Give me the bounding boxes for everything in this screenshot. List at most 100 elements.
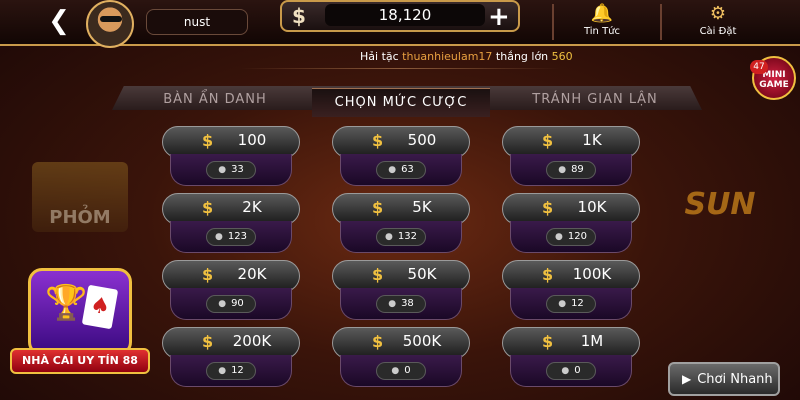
user-icon: ● xyxy=(215,232,223,242)
play-icon: ▶ xyxy=(682,372,692,386)
user-icon: ● xyxy=(388,165,397,175)
sun-logo: SUN xyxy=(684,187,756,222)
dollar-icon: $ xyxy=(202,332,214,351)
news-button[interactable]: 🔔 Tin Tức xyxy=(572,2,632,42)
player-count-value: 12 xyxy=(571,298,584,309)
user-icon: ● xyxy=(561,366,570,376)
bet-amount: 5K xyxy=(412,198,432,216)
dollar-icon: $ xyxy=(372,131,384,150)
user-icon: ● xyxy=(388,299,397,309)
user-icon: ● xyxy=(385,232,393,242)
add-money-button[interactable]: + xyxy=(488,2,510,32)
ticker-amount: 560 xyxy=(551,50,573,63)
brand-card: 🏆 ♠ xyxy=(28,268,132,356)
quick-play-label: Chơi Nhanh xyxy=(697,372,773,387)
dollar-icon: $ xyxy=(372,332,384,351)
settings-label: Cài Đặt xyxy=(699,26,737,37)
bet-amount: 500K xyxy=(402,332,442,350)
bet-table[interactable]: $ 50K ● 38 xyxy=(332,260,470,324)
divider xyxy=(552,4,554,40)
mini-game-count: 47 xyxy=(750,60,768,74)
user-icon: ● xyxy=(218,165,227,175)
bet-amount: 100 xyxy=(237,131,267,149)
user-icon: ● xyxy=(558,165,567,175)
dollar-icon: $ xyxy=(542,332,554,351)
player-count: ● 38 xyxy=(376,295,426,313)
user-icon: ● xyxy=(218,366,227,376)
bet-table[interactable]: $ 2K ● 123 xyxy=(162,193,300,257)
settings-button[interactable]: ⚙ Cài Đặt xyxy=(688,2,748,42)
bell-icon: 🔔 xyxy=(590,3,614,24)
dollar-icon: $ xyxy=(542,198,554,217)
player-count-value: 90 xyxy=(231,298,244,309)
bet-amount: 10K xyxy=(577,198,607,216)
ticker-prefix: Hải tặc xyxy=(360,50,399,63)
tab-anonymous[interactable]: BÀN ẨN DANH xyxy=(140,86,290,114)
bet-amount: 200K xyxy=(232,332,272,350)
tab-choose-bet[interactable]: CHỌN MỨC CƯỢC xyxy=(312,88,490,117)
playing-card-icon: ♠ xyxy=(81,284,119,330)
quick-play-button[interactable]: ▶ Chơi Nhanh xyxy=(668,362,780,396)
sunglasses-icon xyxy=(100,16,122,22)
bet-table[interactable]: $ 500K ● 0 xyxy=(332,327,470,391)
phom-logo: PHỎM xyxy=(32,162,128,232)
trophy-icon: 🏆 xyxy=(45,283,88,323)
dollar-icon: $ xyxy=(202,131,214,150)
win-ticker: Hải tặc thuanhieulam17 thắng lớn 560 xyxy=(360,50,573,63)
dollar-icon: $ xyxy=(372,265,384,284)
tab-anti-cheat[interactable]: TRÁNH GIAN LẬN xyxy=(510,86,680,114)
user-icon: ● xyxy=(218,299,227,309)
dollar-icon: $ xyxy=(202,265,214,284)
news-label: Tin Tức xyxy=(583,26,621,37)
bet-table[interactable]: $ 100K ● 12 xyxy=(502,260,640,324)
dollar-icon: $ xyxy=(372,198,384,217)
player-count: ● 33 xyxy=(206,161,256,179)
brand-badge: 🏆 ♠ NHÀ CÁI UY TÍN 88 xyxy=(10,268,150,378)
bet-amount: 500 xyxy=(407,131,437,149)
bet-table[interactable]: $ 500 ● 63 xyxy=(332,126,470,190)
user-icon: ● xyxy=(558,299,567,309)
bet-table[interactable]: $ 10K ● 120 xyxy=(502,193,640,257)
player-count-value: 0 xyxy=(574,365,581,376)
avatar[interactable] xyxy=(86,0,134,48)
bet-table[interactable]: $ 20K ● 90 xyxy=(162,260,300,324)
player-count: ● 63 xyxy=(376,161,426,179)
ticker-underline xyxy=(240,68,560,69)
player-count: ● 0 xyxy=(376,362,426,380)
bet-amount: 100K xyxy=(572,265,612,283)
username: nust xyxy=(146,9,248,35)
player-count-value: 120 xyxy=(567,231,587,242)
bet-table[interactable]: $ 1M ● 0 xyxy=(502,327,640,391)
dollar-icon: $ xyxy=(202,198,214,217)
bet-amount: 50K xyxy=(407,265,437,283)
bet-table[interactable]: $ 1K ● 89 xyxy=(502,126,640,190)
balance-value: 18,120 xyxy=(325,4,485,26)
user-icon: ● xyxy=(391,366,400,376)
dollar-icon: $ xyxy=(542,131,554,150)
player-count-value: 63 xyxy=(401,164,414,175)
ticker-player: thuanhieulam17 xyxy=(402,50,493,63)
player-count: ● 132 xyxy=(376,228,426,246)
bet-amount: 2K xyxy=(242,198,262,216)
player-count-value: 12 xyxy=(231,365,244,376)
bet-amount: 20K xyxy=(237,265,267,283)
player-count: ● 90 xyxy=(206,295,256,313)
user-icon: ● xyxy=(555,232,563,242)
bet-table[interactable]: $ 200K ● 12 xyxy=(162,327,300,391)
dollar-icon: $ xyxy=(292,4,306,28)
ticker-action: thắng lớn xyxy=(495,50,549,63)
bet-table[interactable]: $ 100 ● 33 xyxy=(162,126,300,190)
bet-table[interactable]: $ 5K ● 132 xyxy=(332,193,470,257)
player-count: ● 12 xyxy=(206,362,256,380)
bet-amount: 1M xyxy=(580,332,604,350)
player-count: ● 12 xyxy=(546,295,596,313)
player-count-value: 89 xyxy=(571,164,584,175)
player-count-value: 38 xyxy=(401,298,414,309)
player-count-value: 132 xyxy=(397,231,417,242)
player-count: ● 120 xyxy=(546,228,596,246)
player-count: ● 89 xyxy=(546,161,596,179)
dollar-icon: $ xyxy=(542,265,554,284)
back-button[interactable]: ❮ xyxy=(44,8,74,36)
player-count-value: 0 xyxy=(404,365,411,376)
player-count: ● 123 xyxy=(206,228,256,246)
